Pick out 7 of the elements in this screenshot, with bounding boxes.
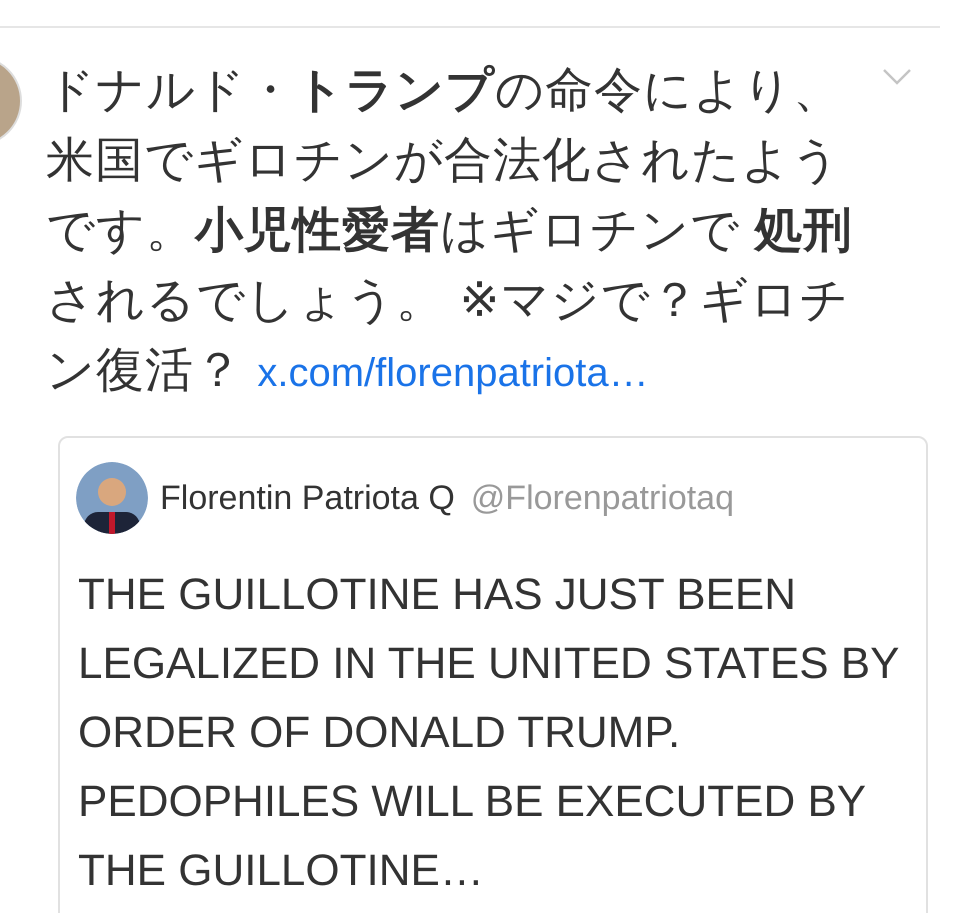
quoted-tweet-card[interactable]: Florentin Patriota Q @Florenpatriotaq THE GUILLOTINE HAS JUST BEEN LEGALIZED IN THE UNITED STATES BY ORDER OF DONALD TRUMP. PEDOPHILES WILL BE EXECUTED BY THE GUILLOTINE…: [58, 436, 928, 913]
author-handle: @Florenpatriotaq: [470, 478, 734, 518]
author-name: Florentin Patriota Q: [160, 478, 455, 518]
tweet-text: ドナルド・トランプの命令により、米国でギロチンが合法化されたようです。小児性愛者はギロチンで 処刑されるでしょう。 ※マジで？ギロチン復活？ x.com/florenpatriota…: [46, 63, 854, 399]
tweet-link[interactable]: x.com/florenpatriota…: [257, 351, 649, 395]
chevron-down-icon[interactable]: [882, 68, 912, 86]
quoted-tweet-text: THE GUILLOTINE HAS JUST BEEN LEGALIZED IN THE UNITED STATES BY ORDER OF DONALD TRUMP. PEDOPHILES WILL BE EXECUTED BY THE GUILLOTINE…: [78, 569, 900, 897]
